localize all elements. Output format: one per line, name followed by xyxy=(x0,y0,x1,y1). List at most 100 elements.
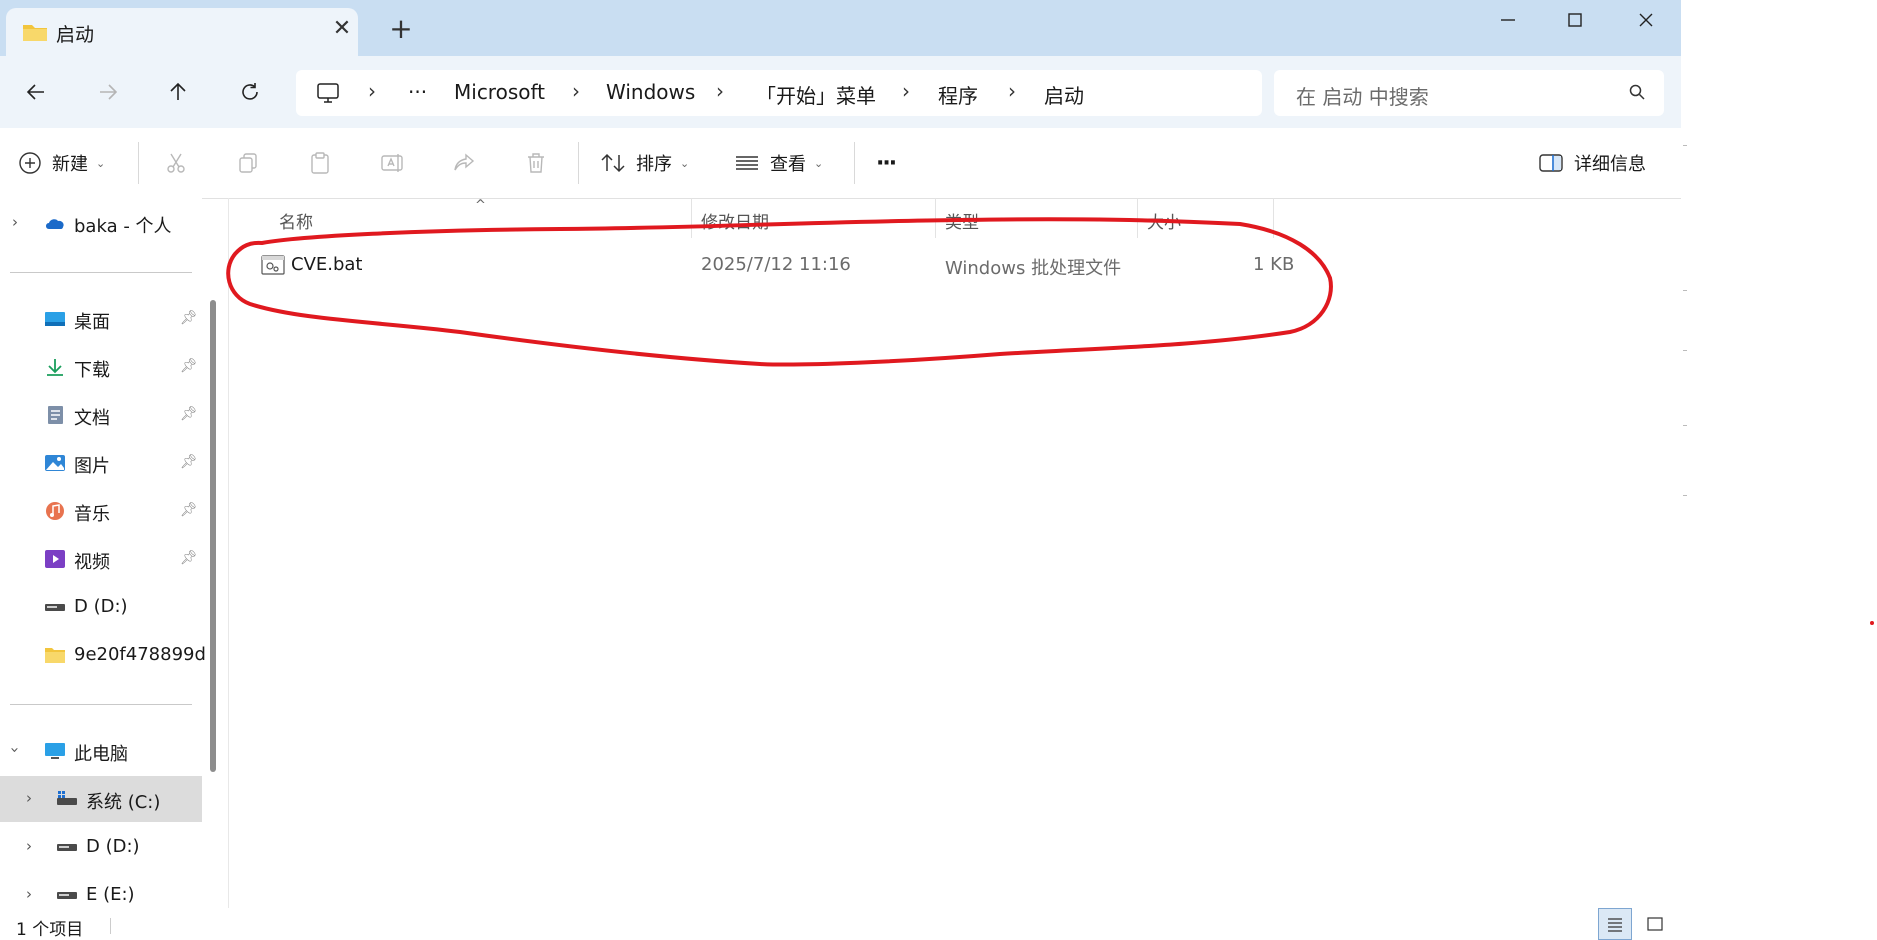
sort-ascending-icon: ^ xyxy=(475,198,486,213)
arrow-right-icon xyxy=(100,84,118,100)
column-header-name[interactable]: 名称 xyxy=(279,208,313,233)
sidebar-item-drive-d2[interactable]: › D (D:) xyxy=(0,824,202,870)
tab-startup[interactable]: 启动 ✕ xyxy=(6,8,358,56)
paste-button[interactable] xyxy=(308,144,332,182)
sidebar-item-drive-d[interactable]: D (D:) xyxy=(0,584,202,630)
share-button[interactable] xyxy=(452,144,476,182)
column-header-type[interactable]: 类型 xyxy=(945,208,979,233)
rename-button[interactable] xyxy=(380,144,406,182)
new-button[interactable]: 新建 ⌄ xyxy=(18,144,105,182)
address-bar[interactable]: › ··· Microsoft › Windows › 「开始」菜单 › 程序 … xyxy=(296,70,1262,116)
search-placeholder[interactable]: 在 启动 中搜索 xyxy=(1296,81,1429,110)
breadcrumb-startup[interactable]: 启动 xyxy=(1044,80,1084,109)
breadcrumb-programs[interactable]: 程序 xyxy=(938,80,978,109)
sidebar-item-music[interactable]: 音乐 📌︎ xyxy=(0,488,202,534)
chevron-right-icon[interactable]: › xyxy=(12,213,18,231)
pin-icon[interactable]: 📌︎ xyxy=(180,358,198,374)
delete-button[interactable] xyxy=(524,144,548,182)
sidebar-item-documents[interactable]: 文档 📌︎ xyxy=(0,392,202,438)
details-pane-button[interactable]: 详细信息 xyxy=(1538,144,1646,182)
search-box[interactable]: 在 启动 中搜索 xyxy=(1274,70,1664,116)
sidebar-item-label: 图片 xyxy=(74,456,110,477)
pin-icon[interactable]: 📌︎ xyxy=(180,550,198,566)
breadcrumb-overflow[interactable]: ··· xyxy=(408,80,427,104)
sidebar-item-desktop[interactable]: 桌面 📌︎ xyxy=(0,296,202,342)
maximize-button[interactable] xyxy=(1540,0,1610,40)
new-label: 新建 xyxy=(52,154,88,175)
tab-close-button[interactable]: ✕ xyxy=(328,16,356,41)
file-row[interactable]: CVE.bat 2025/7/12 11:16 Windows 批处理文件 1 … xyxy=(259,244,1309,284)
sort-button[interactable]: 排序 ⌄ xyxy=(600,144,689,182)
breadcrumb-separator: › xyxy=(368,79,376,103)
view-label: 查看 xyxy=(770,154,806,175)
navigation-pane: › baka - 个人 桌面 📌︎ 下载 📌︎ 文档 📌︎ 图片 📌︎ 音乐 📌… xyxy=(0,198,206,908)
sidebar-item-drive-c[interactable]: › 系统 (C:) xyxy=(0,776,202,822)
more-options-button[interactable]: ··· xyxy=(876,144,897,182)
refresh-button[interactable] xyxy=(228,70,272,114)
sidebar-item-this-pc[interactable]: › 此电脑 xyxy=(0,728,202,774)
cut-button[interactable] xyxy=(164,144,188,182)
chevron-down-icon: ⌄ xyxy=(96,156,106,170)
sidebar-divider xyxy=(10,272,192,273)
breadcrumb-separator: › xyxy=(716,79,724,103)
arrow-left-icon xyxy=(26,84,44,100)
back-button[interactable] xyxy=(14,70,58,114)
tab-title: 启动 xyxy=(56,24,95,46)
pin-icon[interactable]: 📌︎ xyxy=(180,454,198,470)
file-name[interactable]: CVE.bat xyxy=(291,254,363,275)
pictures-icon xyxy=(45,455,65,471)
edge-mark xyxy=(1683,145,1687,146)
sidebar-item-onedrive[interactable]: › baka - 个人 xyxy=(0,200,202,246)
sidebar-scrollbar[interactable] xyxy=(210,300,216,772)
sidebar-item-videos[interactable]: 视频 📌︎ xyxy=(0,536,202,582)
pin-icon[interactable]: 📌︎ xyxy=(180,502,198,518)
share-icon xyxy=(454,153,475,171)
drive-icon xyxy=(45,604,65,611)
breadcrumb-start-menu[interactable]: 「开始」菜单 xyxy=(756,80,876,109)
file-modified: 2025/7/12 11:16 xyxy=(701,254,851,275)
column-divider[interactable] xyxy=(935,198,936,238)
copy-button[interactable] xyxy=(236,144,260,182)
status-bar: 1 个项目 xyxy=(0,908,1681,940)
column-divider[interactable] xyxy=(1137,198,1138,238)
chevron-right-icon[interactable]: › xyxy=(26,789,32,807)
sidebar-item-label: 系统 (C:) xyxy=(86,792,161,813)
minimize-icon xyxy=(1501,19,1515,21)
sidebar-item-label: 视频 xyxy=(74,552,110,573)
sidebar-item-pictures[interactable]: 图片 📌︎ xyxy=(0,440,202,486)
sidebar-item-downloads[interactable]: 下载 📌︎ xyxy=(0,344,202,390)
toolbar-divider xyxy=(854,142,855,184)
breadcrumb-microsoft[interactable]: Microsoft xyxy=(454,80,545,104)
column-header-modified[interactable]: 修改日期 xyxy=(701,208,769,233)
view-list-icon xyxy=(736,156,758,170)
sidebar-item-folder[interactable]: 9e20f478899d xyxy=(0,632,206,678)
pin-icon[interactable]: 📌︎ xyxy=(180,310,198,326)
column-divider[interactable] xyxy=(691,198,692,238)
sidebar-divider xyxy=(10,704,192,705)
folder-icon xyxy=(45,648,65,663)
edge-mark xyxy=(1683,290,1687,291)
forward-button[interactable] xyxy=(86,70,130,114)
breadcrumb-windows[interactable]: Windows xyxy=(606,80,695,104)
minimize-button[interactable] xyxy=(1473,0,1543,40)
chevron-down-icon[interactable]: › xyxy=(6,747,24,753)
pin-icon[interactable]: 📌︎ xyxy=(180,406,198,422)
edge-mark xyxy=(1683,495,1687,496)
new-tab-button[interactable]: + xyxy=(384,12,418,46)
tiles-view-button[interactable] xyxy=(1638,908,1672,940)
view-button[interactable]: 查看 ⌄ xyxy=(734,144,823,182)
sidebar-item-label: 音乐 xyxy=(74,504,110,525)
details-view-button[interactable] xyxy=(1598,908,1632,940)
close-window-button[interactable] xyxy=(1611,0,1681,40)
up-button[interactable] xyxy=(156,70,200,114)
column-divider[interactable] xyxy=(1273,198,1274,238)
chevron-right-icon[interactable]: › xyxy=(26,837,32,855)
batch-file-icon xyxy=(261,255,285,275)
sidebar-item-label: D (D:) xyxy=(74,596,128,617)
computer-icon xyxy=(317,83,339,103)
chevron-right-icon[interactable]: › xyxy=(26,885,32,903)
drive-icon xyxy=(57,892,77,899)
sidebar-item-label: 9e20f478899d xyxy=(74,644,206,665)
folder-icon xyxy=(23,25,47,41)
column-header-size[interactable]: 大小 xyxy=(1147,208,1181,233)
